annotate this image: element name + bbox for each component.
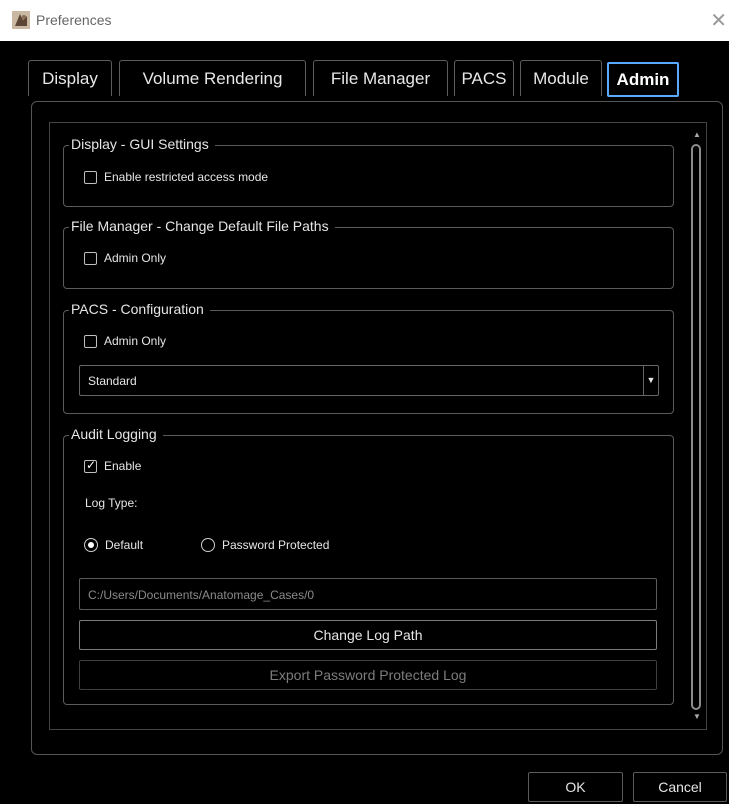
checkbox-box[interactable] bbox=[84, 251, 97, 265]
tab-file-manager[interactable]: File Manager bbox=[313, 60, 448, 96]
log-type-label: Log Type: bbox=[85, 496, 138, 510]
ok-button[interactable]: OK bbox=[528, 772, 623, 802]
checkbox-box[interactable] bbox=[84, 458, 97, 473]
tab-module[interactable]: Module bbox=[520, 60, 602, 96]
group-title: Display - GUI Settings bbox=[69, 136, 215, 152]
radio-label: Default bbox=[105, 538, 144, 552]
scroll-up-icon[interactable]: ▲ bbox=[693, 130, 701, 139]
restricted-mode-checkbox[interactable]: Enable restricted access mode bbox=[84, 170, 268, 184]
file-manager-admin-only-checkbox[interactable]: Admin Only bbox=[84, 251, 166, 265]
group-title: File Manager - Change Default File Paths bbox=[69, 218, 335, 234]
log-path-placeholder: C:/Users/Documents/Anatomage_Cases/0 bbox=[88, 588, 315, 602]
checkbox-label: Admin Only bbox=[104, 251, 167, 265]
group-title: PACS - Configuration bbox=[69, 301, 210, 317]
vertical-scrollbar[interactable]: ▲ ▼ bbox=[689, 130, 705, 725]
checkbox-label: Enable bbox=[104, 459, 142, 473]
log-path-field[interactable]: C:/Users/Documents/Anatomage_Cases/0 bbox=[79, 578, 657, 610]
radio-label: Password Protected bbox=[222, 538, 330, 552]
change-log-path-button[interactable]: Change Log Path bbox=[79, 620, 657, 650]
window-title: Preferences bbox=[36, 12, 112, 28]
chevron-down-icon[interactable]: ▼ bbox=[643, 366, 658, 395]
log-type-password-radio[interactable]: Password Protected bbox=[201, 538, 329, 552]
title-bar: Preferences ✕ bbox=[0, 0, 729, 41]
log-type-default-radio[interactable]: Default bbox=[84, 538, 143, 552]
select-value: Standard bbox=[88, 374, 137, 388]
tab-admin[interactable]: Admin bbox=[607, 62, 679, 97]
checkbox-label: Admin Only bbox=[104, 334, 167, 348]
tab-display[interactable]: Display bbox=[28, 60, 112, 96]
group-title: Audit Logging bbox=[69, 426, 163, 442]
pacs-mode-select[interactable]: Standard ▼ bbox=[79, 365, 659, 396]
checkbox-box[interactable] bbox=[84, 170, 97, 184]
group-pacs: PACS - Configuration bbox=[63, 301, 674, 414]
scrollbar-thumb[interactable] bbox=[691, 144, 701, 710]
scroll-down-icon[interactable]: ▼ bbox=[693, 712, 701, 721]
pacs-admin-only-checkbox[interactable]: Admin Only bbox=[84, 334, 166, 348]
radio-dot[interactable] bbox=[201, 538, 215, 552]
app-icon bbox=[12, 11, 30, 29]
cancel-button[interactable]: Cancel bbox=[633, 772, 727, 802]
close-icon[interactable]: ✕ bbox=[710, 8, 727, 32]
export-log-button[interactable]: Export Password Protected Log bbox=[79, 660, 657, 690]
tab-pacs[interactable]: PACS bbox=[454, 60, 514, 96]
checkbox-label: Enable restricted access mode bbox=[104, 170, 269, 184]
audit-enable-checkbox[interactable]: Enable bbox=[84, 458, 142, 473]
tab-volume-rendering[interactable]: Volume Rendering bbox=[119, 60, 306, 96]
checkbox-box[interactable] bbox=[84, 334, 97, 348]
radio-dot[interactable] bbox=[84, 538, 98, 552]
